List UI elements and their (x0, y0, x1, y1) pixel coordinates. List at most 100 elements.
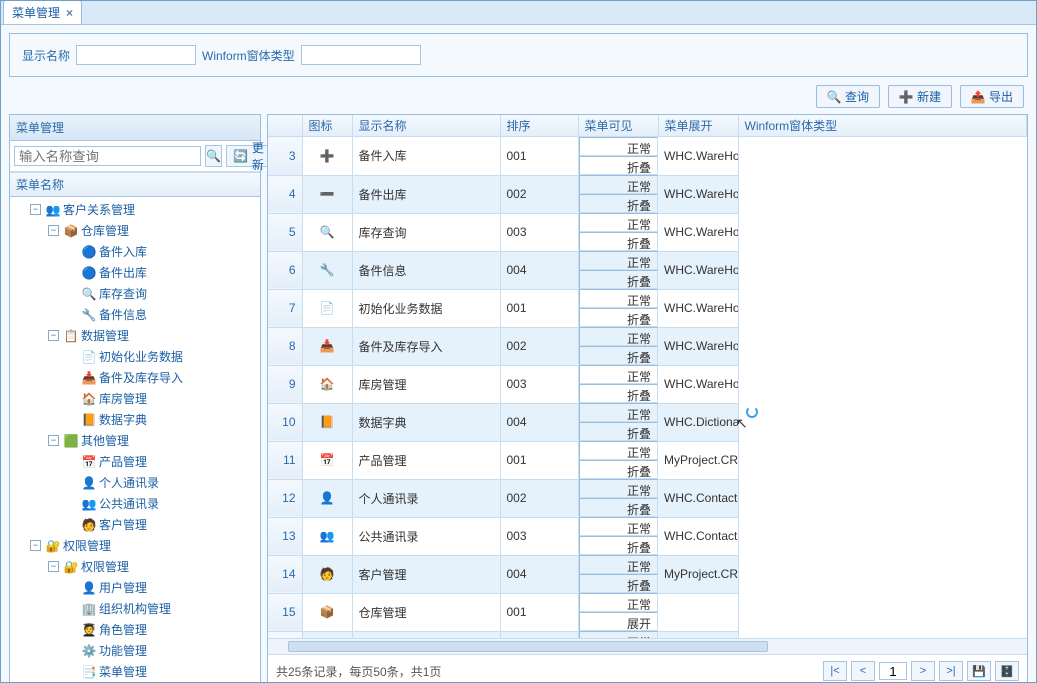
table-row[interactable]: 3➕备件入库001正常折叠WHC.WareHouseMis.UI.FrmPurc… (268, 137, 1027, 176)
tree-node[interactable]: 🏠库房管理 (14, 388, 260, 409)
row-number-cell: 8 (268, 327, 302, 365)
table-row[interactable]: 14🧑客户管理004正常折叠MyProject.CRM.UI.FrmCustom… (268, 555, 1027, 593)
tree-toggle-icon[interactable]: − (30, 540, 41, 551)
tree-toggle-icon (66, 414, 77, 425)
row-icon-cell: 🏠 (302, 365, 352, 403)
grid-header-cell[interactable]: 显示名称 (352, 115, 500, 137)
tree-toggle-icon[interactable]: − (48, 330, 59, 341)
row-sort-cell: 001 (500, 137, 578, 176)
tree-node[interactable]: 👥公共通讯录 (14, 493, 260, 514)
row-visible-cell: 正常 (579, 517, 659, 536)
row-winform-cell: WHC.WareHouseMis.UI.FrmWareHouse,WH (658, 365, 738, 403)
tree-node[interactable]: ⚙️功能管理 (14, 640, 260, 661)
tree-node[interactable]: 📅产品管理 (14, 451, 260, 472)
row-icon-cell: 👥 (302, 517, 352, 555)
new-button[interactable]: ➕ 新建 (888, 85, 952, 108)
grid-viewport[interactable]: 图标显示名称排序菜单可见菜单展开Winform窗体类型 3➕备件入库001正常折… (268, 115, 1027, 638)
pager-page-input[interactable] (879, 662, 907, 680)
table-row[interactable]: 11📅产品管理001正常折叠MyProject.CRM.UI.FrmProduc… (268, 441, 1027, 479)
table-row[interactable]: 6🔧备件信息004正常折叠WHC.WareHouseMis.UI.FrmItem… (268, 251, 1027, 289)
tree: −👥客户关系管理−📦仓库管理🔵备件入库🔵备件出库🔍库存查询🔧备件信息−📋数据管理… (10, 197, 260, 683)
row-visible-cell: 正常 (579, 593, 659, 612)
grid-header-cell[interactable] (268, 115, 302, 137)
pager-export-button[interactable]: 💾 (967, 661, 991, 681)
tree-node[interactable]: 🧑‍🎓角色管理 (14, 619, 260, 640)
tree-node-label: 备件出库 (99, 264, 147, 281)
tree-node[interactable]: 📑菜单管理 (14, 661, 260, 682)
tree-node[interactable]: −📋数据管理 (14, 325, 260, 346)
table-row[interactable]: 16📋数据管理002正常折叠 (268, 631, 1027, 638)
grid-header-cell[interactable]: 菜单可见 (578, 115, 658, 137)
tree-toggle-icon (66, 372, 77, 383)
pager-last-button[interactable]: >| (939, 661, 963, 681)
tree-node[interactable]: 🏢组织机构管理 (14, 598, 260, 619)
close-icon[interactable]: × (66, 6, 73, 20)
filter-name-input[interactable] (76, 45, 196, 65)
grid-table: 图标显示名称排序菜单可见菜单展开Winform窗体类型 3➕备件入库001正常折… (268, 115, 1027, 638)
tree-node[interactable]: 🔍库存查询 (14, 283, 260, 304)
tab-strip: 菜单管理 × (1, 1, 1036, 25)
tree-node[interactable]: −🟩其他管理 (14, 430, 260, 451)
tree-toggle-icon (66, 477, 77, 488)
search-icon: 🔍 (206, 149, 221, 163)
tree-toggle-icon[interactable]: − (48, 225, 59, 236)
table-row[interactable]: 7📄初始化业务数据001正常折叠WHC.WareHouseMis.UI.FrmC… (268, 289, 1027, 327)
grid-header-cell[interactable]: Winform窗体类型 (738, 115, 1027, 137)
export-button[interactable]: 📤 导出 (960, 85, 1024, 108)
tab-menu-manage[interactable]: 菜单管理 × (3, 0, 82, 24)
tree-container: 菜单名称 −👥客户关系管理−📦仓库管理🔵备件入库🔵备件出库🔍库存查询🔧备件信息−… (10, 172, 260, 683)
tree-toggle-icon[interactable]: − (48, 435, 59, 446)
tree-node[interactable]: 🧑客户管理 (14, 514, 260, 535)
search-button[interactable]: 🔍 查询 (816, 85, 880, 108)
tree-node-icon: 📥 (81, 371, 97, 385)
tree-node[interactable]: 🔵备件出库 (14, 262, 260, 283)
tree-search-button[interactable]: 🔍 (205, 145, 222, 167)
table-row[interactable]: 15📦仓库管理001正常展开 (268, 593, 1027, 631)
table-row[interactable]: 9🏠库房管理003正常折叠WHC.WareHouseMis.UI.FrmWare… (268, 365, 1027, 403)
tree-node[interactable]: −🔐权限管理 (14, 556, 260, 577)
pager-export-all-button[interactable]: 🗄️ (995, 661, 1019, 681)
filter-winform-input[interactable] (301, 45, 421, 65)
table-row[interactable]: 12👤个人通讯录002正常折叠WHC.ContactBook.UI.FrmAdd… (268, 479, 1027, 517)
row-name-cell: 备件信息 (352, 251, 500, 289)
tree-node[interactable]: 📥备件及库存导入 (14, 367, 260, 388)
tree-search-input[interactable] (14, 146, 201, 166)
row-icon-cell: 📙 (302, 403, 352, 441)
table-row[interactable]: 13👥公共通讯录003正常折叠WHC.ContactBook.UI.FrmAdd… (268, 517, 1027, 555)
grid-header-cell[interactable]: 图标 (302, 115, 352, 137)
tree-toggle-icon[interactable]: − (48, 561, 59, 572)
tree-toggle-icon[interactable]: − (30, 204, 41, 215)
tree-node[interactable]: −👥客户关系管理 (14, 199, 260, 220)
table-row[interactable]: 8📥备件及库存导入002正常折叠WHC.WareHouseMis.UI.FrmI… (268, 327, 1027, 365)
row-winform-cell: WHC.WareHouseMis.UI.FrmClearAll,WHC.F (658, 289, 738, 327)
tree-node[interactable]: 📄初始化业务数据 (14, 346, 260, 367)
tree-node[interactable]: 👤个人通讯录 (14, 472, 260, 493)
row-number-cell: 4 (268, 175, 302, 213)
pager-next-button[interactable]: > (911, 661, 935, 681)
tree-node[interactable]: 🔧备件信息 (14, 304, 260, 325)
row-expand-cell: 展开 (579, 612, 659, 631)
tree-refresh-button[interactable]: 🔄 更新 (226, 145, 271, 167)
tree-node[interactable]: 📙数据字典 (14, 409, 260, 430)
grid-header-cell[interactable]: 菜单展开 (658, 115, 738, 137)
tree-node[interactable]: 🔵备件入库 (14, 241, 260, 262)
tree-node-icon: 📙 (81, 413, 97, 427)
horizontal-scrollbar[interactable] (268, 638, 1027, 654)
grid-header-cell[interactable]: 排序 (500, 115, 578, 137)
table-row[interactable]: 10📙数据字典004正常折叠WHC.Dictionary.UI.FrmDicti… (268, 403, 1027, 441)
tree-node-label: 数据管理 (81, 327, 129, 344)
export-icon: 📤 (971, 90, 985, 104)
scrollbar-thumb[interactable] (288, 641, 768, 652)
pager-prev-button[interactable]: < (851, 661, 875, 681)
table-row[interactable]: 5🔍库存查询003正常折叠WHC.WareHouseMis.UI.FrmStoc… (268, 213, 1027, 251)
row-name-cell: 备件出库 (352, 175, 500, 213)
tree-node-label: 组织机构管理 (99, 600, 171, 617)
table-row[interactable]: 4➖备件出库002正常折叠WHC.WareHouseMis.UI.FrmTake… (268, 175, 1027, 213)
tree-node-label: 初始化业务数据 (99, 348, 183, 365)
row-winform-cell: WHC.WareHouseMis.UI.FrmImportItemSto (658, 327, 738, 365)
tree-node[interactable]: 👤用户管理 (14, 577, 260, 598)
tree-node[interactable]: −🔐权限管理 (14, 535, 260, 556)
tree-node[interactable]: −📦仓库管理 (14, 220, 260, 241)
pager-first-button[interactable]: |< (823, 661, 847, 681)
tree-toggle-icon (66, 351, 77, 362)
